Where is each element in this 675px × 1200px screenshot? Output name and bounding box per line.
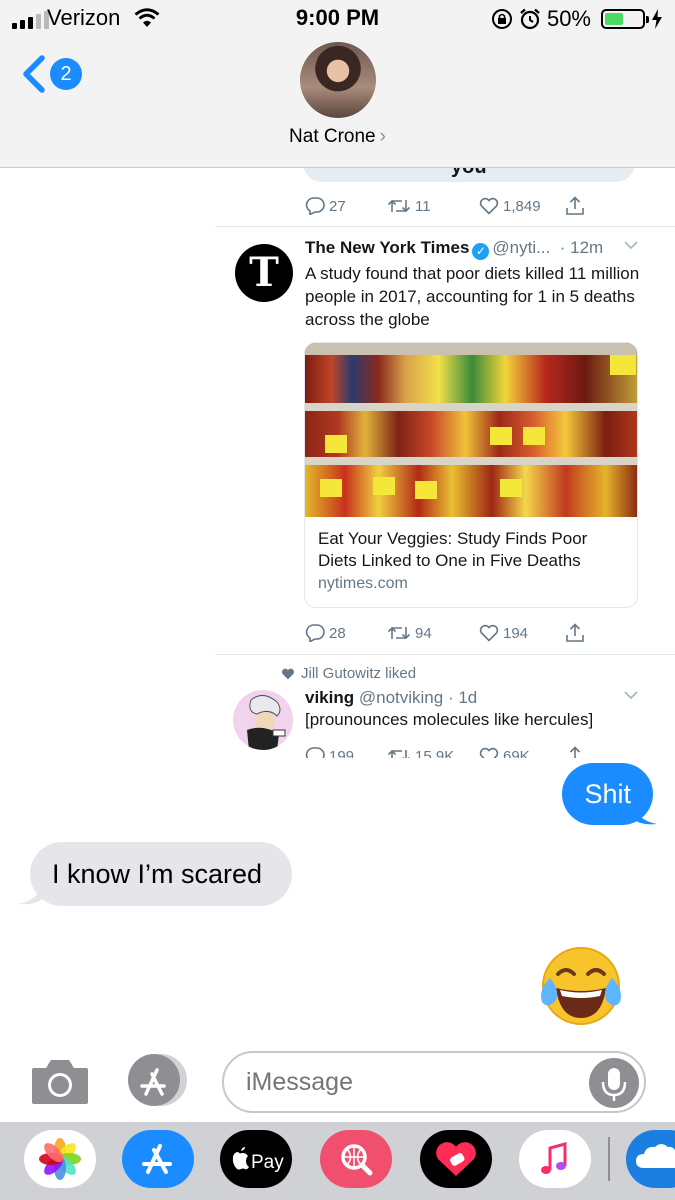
nyt-name: The New York Times	[305, 238, 470, 257]
retweet-icon	[387, 626, 411, 640]
status-bar: Verizon 9:00 PM 50%	[0, 0, 675, 38]
cloud-app-icon[interactable]	[626, 1130, 675, 1188]
heart-app-icon[interactable]	[420, 1130, 492, 1188]
music-app-icon[interactable]	[519, 1130, 591, 1188]
like-count: 1,849	[503, 197, 541, 215]
like-action: 1,849	[479, 197, 565, 215]
nyt-avatar: T	[235, 244, 293, 302]
chevron-left-icon	[23, 55, 45, 93]
reply-action: 27	[305, 197, 387, 215]
viking-time: · 1d	[447, 688, 478, 707]
outgoing-message-bubble[interactable]: Shit	[562, 763, 653, 825]
share-icon	[566, 746, 584, 758]
retweet-count: 94	[415, 624, 432, 642]
viking-avatar	[233, 690, 293, 750]
share-icon	[566, 623, 584, 642]
microphone-icon	[601, 1068, 627, 1101]
chevron-down-icon	[624, 691, 638, 700]
reply-action: 28	[305, 624, 387, 642]
reply-icon	[305, 624, 325, 642]
hot-dog-shelf-photo	[305, 343, 637, 517]
nyt-tweet-text: A study found that poor diets killed 11 …	[305, 264, 640, 329]
retweet-count: 11	[415, 197, 431, 215]
back-button[interactable]: 2	[20, 54, 82, 94]
svg-text:Pay: Pay	[251, 1152, 284, 1173]
retweet-action: 15.9K	[387, 747, 479, 759]
viking-tweet-text: [prounounces molecules like hercules]	[305, 710, 594, 729]
photos-app-icon[interactable]	[24, 1130, 96, 1188]
viking-tweet-header: viking @notviking · 1d	[305, 688, 477, 708]
tears-of-joy-emoji[interactable]	[536, 944, 626, 1028]
apple-pay-icon[interactable]: Pay	[220, 1130, 292, 1188]
chevron-down-icon	[624, 241, 638, 250]
tweet-actions: 28 94 194	[305, 623, 585, 643]
like-action: 194	[479, 624, 565, 642]
liked-by-text: Jill Gutowitz liked	[301, 665, 417, 682]
nyt-handle: @nyti...	[492, 238, 551, 257]
retweet-action: 94	[387, 625, 479, 642]
tweet-divider	[215, 654, 675, 655]
retweet-icon	[387, 199, 411, 213]
microphone-button[interactable]	[589, 1058, 639, 1108]
alarm-icon	[520, 8, 540, 30]
reply-count: 199	[329, 747, 355, 759]
charging-icon	[652, 9, 662, 29]
tweet-screenshot-image[interactable]: you 27 11 1,849 T The New York Times✓@ny…	[215, 168, 675, 758]
drawer-separator	[608, 1137, 610, 1181]
viking-handle: @notviking	[358, 688, 444, 707]
liked-by-line: Jill Gutowitz liked	[281, 665, 416, 682]
link-card-title: Eat Your Veggies: Study Finds Poor Diets…	[318, 529, 588, 570]
like-action: 69K	[479, 747, 565, 758]
chevron-right-icon: ›	[379, 126, 386, 147]
share-icon	[566, 196, 584, 215]
conversation-header: Verizon 9:00 PM 50% 2 Nat Crone ›	[0, 0, 675, 168]
unread-count-badge: 2	[50, 58, 82, 90]
retweet-count: 15.9K	[415, 747, 455, 759]
rotation-lock-icon	[491, 9, 512, 29]
reply-count: 27	[329, 197, 346, 215]
reply-icon	[305, 197, 325, 215]
app-drawer: Pay	[0, 1122, 675, 1200]
cartoon-character-icon	[247, 695, 286, 750]
like-count: 69K	[503, 747, 530, 759]
tweet-divider	[215, 226, 675, 227]
reply-icon	[305, 747, 325, 758]
contact-avatar[interactable]	[300, 42, 376, 118]
app-store-icon[interactable]	[122, 1130, 194, 1188]
viking-name: viking	[305, 688, 355, 707]
camera-button[interactable]	[30, 1056, 90, 1106]
retweet-action: 11	[387, 198, 479, 215]
heart-outline-icon	[479, 747, 499, 758]
nyt-tweet-header: The New York Times ✓ @nyti... · 12m	[305, 238, 603, 260]
link-card: Eat Your Veggies: Study Finds Poor Diets…	[304, 342, 638, 608]
heart-outline-icon	[479, 197, 499, 215]
contact-name: Nat Crone	[289, 126, 376, 147]
nyt-time: · 12m	[559, 238, 604, 257]
battery-percent: 50%	[546, 6, 591, 31]
incoming-message-bubble[interactable]: I know I’m scared	[30, 842, 293, 906]
search-images-icon[interactable]	[320, 1130, 392, 1188]
app-store-button[interactable]	[126, 1052, 190, 1108]
contact-name-button[interactable]: Nat Crone ›	[0, 126, 675, 148]
battery-icon	[601, 9, 649, 29]
heart-filled-icon	[282, 668, 294, 679]
tweet-actions: 27 11 1,849	[305, 196, 585, 216]
heart-outline-icon	[479, 624, 499, 642]
like-count: 194	[503, 624, 529, 642]
cropped-text: you	[451, 168, 487, 179]
tweet-actions: 199 15.9K 69K	[305, 746, 585, 758]
link-card-domain: nytimes.com	[318, 575, 408, 592]
verified-badge-icon: ✓	[472, 243, 490, 260]
retweet-icon	[387, 749, 410, 758]
reply-action: 199	[305, 747, 387, 758]
imessage-input[interactable]	[222, 1051, 646, 1113]
reply-count: 28	[329, 624, 346, 642]
